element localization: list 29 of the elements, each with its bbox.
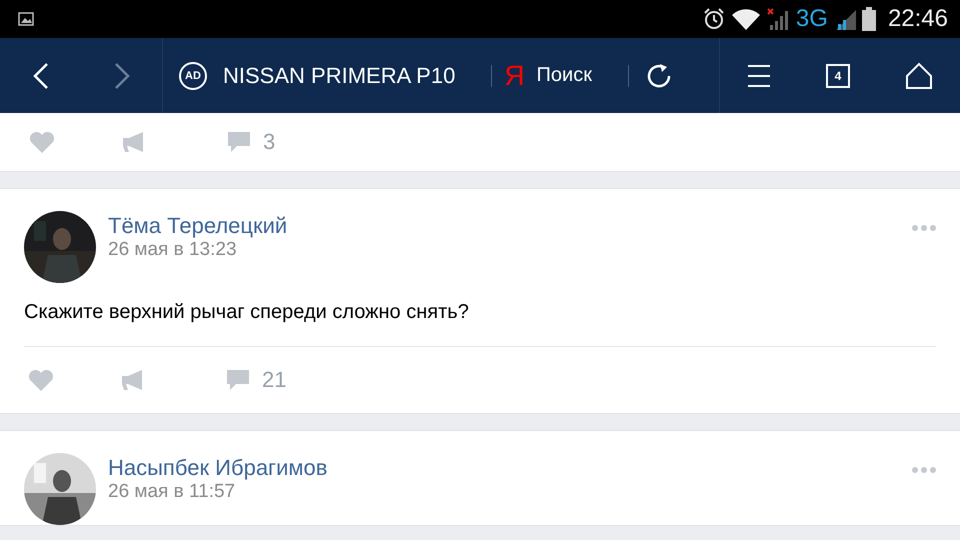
search-link[interactable]: Поиск: [536, 64, 592, 87]
clock: 22:46: [888, 5, 948, 33]
author-name[interactable]: Тёма Терелецкий: [108, 213, 900, 239]
heart-icon[interactable]: [29, 131, 55, 153]
signal-icon: [834, 8, 856, 30]
page-title[interactable]: NISSAN PRIMERA P10: [223, 62, 456, 88]
ad-block-button[interactable]: AD: [179, 62, 207, 90]
network-type: 3G: [796, 5, 828, 33]
post-date: 26 мая в 11:57: [108, 481, 236, 503]
more-icon[interactable]: [912, 225, 936, 231]
author-name[interactable]: Насыпбек Ибрагимов: [108, 455, 900, 481]
comment-icon[interactable]: [226, 369, 250, 391]
tabs-button[interactable]: 4: [826, 64, 850, 88]
comment-icon[interactable]: [227, 131, 251, 153]
home-icon[interactable]: [904, 62, 933, 90]
comment-count: 21: [262, 367, 286, 393]
yandex-logo: Я: [504, 60, 525, 92]
post-date: 26 мая в 13:23: [108, 239, 238, 261]
menu-icon[interactable]: [747, 64, 772, 88]
alarm-icon: [702, 7, 726, 31]
signal-icon: [766, 7, 790, 31]
picture-icon: [18, 12, 34, 26]
more-icon[interactable]: [912, 467, 936, 473]
heart-icon[interactable]: [28, 369, 54, 391]
battery-icon: [862, 7, 876, 31]
wifi-icon: [732, 8, 760, 30]
reload-icon[interactable]: [644, 62, 673, 90]
comment-count: 3: [263, 129, 276, 155]
post-text: Скажите верхний рычаг спереди сложно снять?: [23, 300, 470, 325]
